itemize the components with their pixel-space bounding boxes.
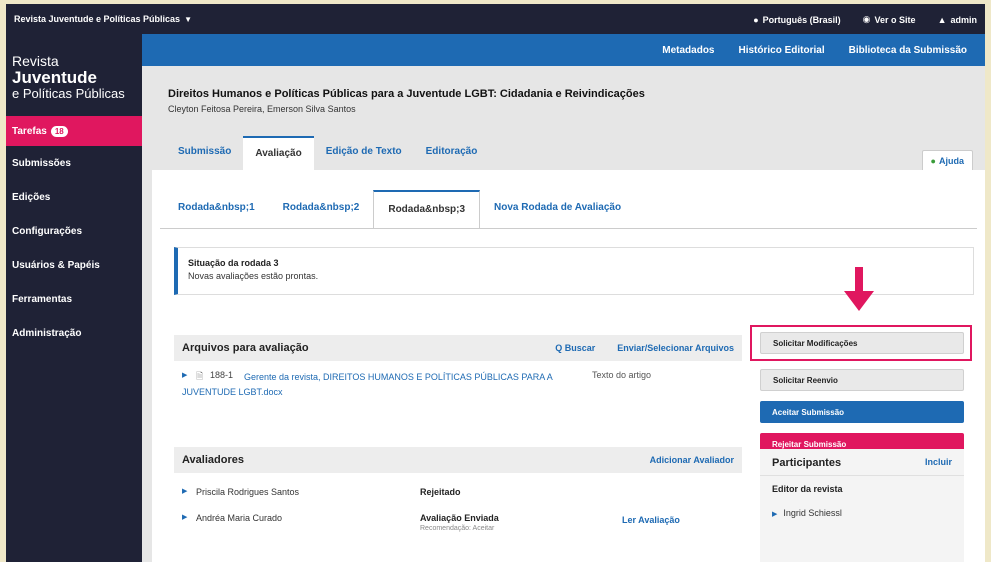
reviewer-row: ▶ Andréa Maria Curado Avaliação Enviada … (174, 505, 742, 532)
eye-icon: ◉ (862, 14, 871, 24)
add-participant-link[interactable]: Incluir (925, 457, 952, 467)
tab-round-2[interactable]: Rodada&nbsp;2 (269, 190, 374, 228)
sidebar-item-label: Edições (12, 191, 51, 203)
search-label: Buscar (564, 343, 596, 353)
site-switcher[interactable]: Revista Juventude e Políticas Públicas ▼ (14, 14, 192, 24)
site-name: Revista Juventude e Políticas Públicas (14, 14, 181, 24)
search-files-link[interactable]: Q Buscar (555, 343, 595, 353)
tab-round-1[interactable]: Rodada&nbsp;1 (164, 190, 269, 228)
arrow-down-icon (844, 267, 874, 311)
review-files-section: Arquivos para avaliação Q Buscar Enviar/… (174, 335, 742, 401)
participants-header: Participantes Incluir (760, 449, 964, 475)
reviewers-title: Avaliadores (182, 454, 244, 466)
review-files-title: Arquivos para avaliação (182, 342, 309, 354)
tab-avaliacao[interactable]: Avaliação (243, 136, 314, 170)
help-icon: ● (930, 156, 936, 166)
participant-name: Ingrid Schiessl (783, 508, 842, 518)
logo-line-1: Revista (12, 53, 59, 69)
tab-new-round[interactable]: Nova Rodada de Avaliação (480, 190, 635, 228)
user-label: admin (950, 14, 977, 25)
request-resubmit-button[interactable]: Solicitar Reenvio (760, 369, 964, 391)
help-label: Ajuda (938, 156, 964, 166)
help-button[interactable]: ● Ajuda (921, 150, 973, 172)
file-row: ▶ 🗎 188-1 Gerente da revista, DIREITOS H… (174, 361, 742, 401)
reviewer-status: Rejeitado (420, 487, 461, 497)
user-menu[interactable]: ▲ admin (938, 14, 977, 25)
main-content: Direitos Humanos e Políticas Públicas pa… (142, 66, 985, 562)
submission-title: Direitos Humanos e Políticas Públicas pa… (168, 88, 645, 100)
chevron-down-icon: ▼ (184, 15, 192, 24)
sidebar-item-tarefas[interactable]: Tarefas 18 (6, 116, 142, 146)
tab-editoracao[interactable]: Editoração (414, 136, 490, 170)
request-revisions-button[interactable]: Solicitar Modificações (760, 332, 964, 354)
file-type: Texto do artigo (592, 370, 652, 380)
journal-logo[interactable]: Revista Juventude e Políticas Públicas (12, 54, 125, 100)
participants-panel: Participantes Incluir Editor da revista … (760, 449, 964, 562)
round-tabs: Rodada&nbsp;1 Rodada&nbsp;2 Rodada&nbsp;… (164, 190, 635, 228)
sidebar-item-usuarios[interactable]: Usuários & Papéis (6, 250, 142, 280)
reviewer-name: Andréa Maria Curado (196, 513, 283, 523)
language-menu[interactable]: ● Português (Brasil) (753, 14, 840, 25)
participant-role: Editor da revista (760, 475, 964, 502)
sidebar-item-label: Usuários & Papéis (12, 259, 100, 271)
sidebar-item-submissoes[interactable]: Submissões (6, 148, 142, 178)
add-reviewer-link[interactable]: Adicionar Avaliador (650, 455, 734, 465)
editorial-history-link[interactable]: Histórico Editorial (739, 45, 825, 56)
tab-round-3[interactable]: Rodada&nbsp;3 (373, 190, 481, 228)
participants-title: Participantes (772, 457, 842, 469)
review-panel: Rodada&nbsp;1 Rodada&nbsp;2 Rodada&nbsp;… (152, 170, 985, 562)
upload-files-link[interactable]: Enviar/Selecionar Arquivos (617, 343, 734, 353)
participant-item[interactable]: ▶ Ingrid Schiessl (760, 502, 964, 524)
expand-icon[interactable]: ▶ (182, 513, 187, 521)
reviewer-status: Avaliação Enviada (420, 513, 499, 523)
sidebar-item-label: Tarefas (12, 125, 47, 137)
reviewers-header: Avaliadores Adicionar Avaliador (174, 447, 742, 473)
tab-submissao[interactable]: Submissão (166, 136, 243, 170)
sidebar-item-configuracoes[interactable]: Configurações (6, 216, 142, 246)
sidebar-item-label: Administração (12, 327, 82, 339)
reviewer-recommendation: Recomendação: Aceitar (420, 525, 495, 532)
metadata-link[interactable]: Metadados (662, 45, 714, 56)
file-name-link[interactable]: Gerente da revista, DIREITOS HUMANOS E P… (182, 370, 562, 400)
sidebar-item-label: Submissões (12, 157, 71, 169)
top-bar: Revista Juventude e Políticas Públicas ▼ … (6, 4, 985, 34)
workflow-tabs: Submissão Avaliação Edição de Texto Edit… (166, 136, 489, 170)
expand-icon[interactable]: ▶ (182, 487, 187, 495)
sidebar-item-administracao[interactable]: Administração (6, 318, 142, 348)
sidebar-item-label: Configurações (12, 225, 83, 237)
submission-header-bar: Metadados Histórico Editorial Biblioteca… (142, 34, 985, 66)
reviewer-row: ▶ Priscila Rodrigues Santos Rejeitado (174, 479, 742, 505)
sidebar-item-label: Ferramentas (12, 293, 73, 305)
sidebar: Revista Juventude e Políticas Públicas T… (6, 34, 142, 562)
view-site-label: Ver o Site (874, 14, 916, 25)
globe-icon: ● (753, 14, 759, 25)
search-icon: Q (555, 343, 565, 353)
submission-authors: Cleyton Feitosa Pereira, Emerson Silva S… (168, 104, 356, 114)
sidebar-item-ferramentas[interactable]: Ferramentas (6, 284, 142, 314)
tab-edicao-de-texto[interactable]: Edição de Texto (314, 136, 414, 170)
read-review-link[interactable]: Ler Avaliação (622, 515, 680, 525)
reviewers-section: Avaliadores Adicionar Avaliador ▶ Prisci… (174, 447, 742, 532)
logo-line-3: e Políticas Públicas (12, 85, 125, 101)
sidebar-item-edicoes[interactable]: Edições (6, 182, 142, 212)
app-window: Revista Juventude e Políticas Públicas ▼ … (6, 4, 985, 562)
view-site-link[interactable]: ◉ Ver o Site (863, 14, 916, 25)
reviewer-name: Priscila Rodrigues Santos (196, 487, 300, 497)
language-label: Português (Brasil) (762, 14, 841, 25)
user-icon: ▲ (937, 14, 947, 25)
accept-submission-button[interactable]: Aceitar Submissão (760, 401, 964, 423)
review-files-header: Arquivos para avaliação Q Buscar Enviar/… (174, 335, 742, 361)
logo-line-2: Juventude (12, 67, 98, 87)
round-content: Situação da rodada 3 Novas avaliações es… (160, 228, 977, 562)
task-count-badge: 18 (50, 125, 68, 137)
expand-icon: ▶ (772, 511, 778, 518)
submission-library-link[interactable]: Biblioteca da Submissão (849, 45, 967, 56)
